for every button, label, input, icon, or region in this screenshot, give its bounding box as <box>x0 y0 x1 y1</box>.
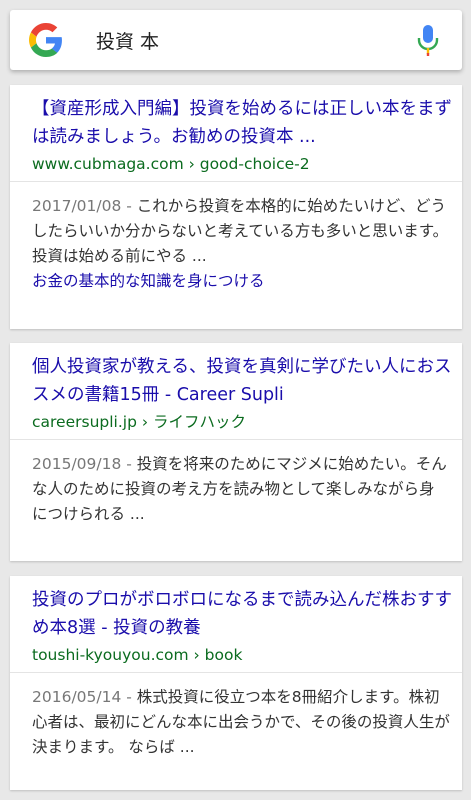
result-snippet: 2015/09/18 - 投資を将来のためにマジメに始めたい。そんな人のために投… <box>32 452 450 527</box>
result-title-link[interactable]: 【資産形成入門編】投資を始めるには正しい本をまずは読みましょう。お勧めの投資本 … <box>32 95 462 151</box>
google-logo-icon <box>29 23 62 57</box>
result-url[interactable]: careersupli.jp › ライフハック <box>32 410 462 434</box>
result-url[interactable]: www.cubmaga.com › good-choice-2 <box>32 152 462 176</box>
result-title-link[interactable]: 投資のプロがボロボロになるまで読み込んだ株おすすめ本8選 - 投資の教養 <box>32 586 462 642</box>
result-sublink[interactable]: お金の基本的な知識を身につける <box>32 269 450 293</box>
search-query[interactable]: 投資 本 <box>96 27 416 54</box>
result-title-link[interactable]: 個人投資家が教える、投資を真剣に学びたい人におススメの書籍15冊 - Caree… <box>32 353 462 409</box>
result-snippet: 2016/05/14 - 株式投資に役立つ本を8冊紹介します。株初心者は、最初に… <box>32 685 450 760</box>
result-date: 2017/01/08 - <box>32 197 132 215</box>
result-card: 個人投資家が教える、投資を真剣に学びたい人におススメの書籍15冊 - Caree… <box>10 343 462 561</box>
microphone-icon[interactable] <box>416 23 440 57</box>
search-bar[interactable]: 投資 本 <box>10 10 462 70</box>
result-card: 【資産形成入門編】投資を始めるには正しい本をまずは読みましょう。お勧めの投資本 … <box>10 85 462 329</box>
result-url[interactable]: toushi-kyouyou.com › book <box>32 643 462 667</box>
result-date: 2016/05/14 - <box>32 688 132 706</box>
result-date: 2015/09/18 - <box>32 455 132 473</box>
result-card: 投資のプロがボロボロになるまで読み込んだ株おすすめ本8選 - 投資の教養 tou… <box>10 576 462 790</box>
result-snippet: 2017/01/08 - これから投資を本格的に始めたいけど、どうしたらいいか分… <box>32 194 450 269</box>
